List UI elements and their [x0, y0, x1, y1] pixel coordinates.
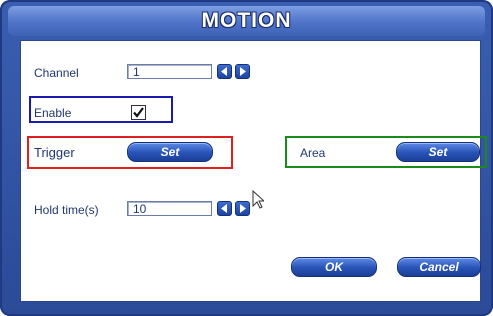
ok-button[interactable]: OK	[291, 257, 377, 277]
dialog-title: MOTION	[201, 9, 292, 32]
arrow-left-icon	[221, 67, 227, 76]
area-label: Area	[300, 146, 326, 160]
arrow-left-icon	[221, 204, 227, 213]
channel-prev-button[interactable]	[217, 64, 232, 79]
hold-time-prev-button[interactable]	[217, 201, 232, 216]
mouse-cursor-icon	[252, 190, 264, 209]
arrow-right-icon	[240, 67, 246, 76]
enable-label: Enable	[34, 106, 72, 120]
trigger-label: Trigger	[34, 145, 75, 160]
channel-next-button[interactable]	[235, 64, 250, 79]
hold-time-next-button[interactable]	[235, 201, 250, 216]
hold-time-label: Hold time(s)	[34, 203, 99, 217]
cancel-button[interactable]: Cancel	[397, 257, 481, 277]
channel-label: Channel	[34, 66, 79, 80]
channel-input[interactable]: 1	[127, 64, 212, 79]
checkmark-icon	[133, 107, 144, 118]
area-set-button[interactable]: Set	[396, 142, 480, 162]
motion-dialog: MOTION Channel 1 Enable Trigger Set Area…	[0, 0, 493, 316]
trigger-set-button[interactable]: Set	[127, 142, 213, 162]
hold-time-input[interactable]: 10	[127, 201, 212, 216]
enable-checkbox[interactable]	[131, 105, 146, 120]
arrow-right-icon	[240, 204, 246, 213]
